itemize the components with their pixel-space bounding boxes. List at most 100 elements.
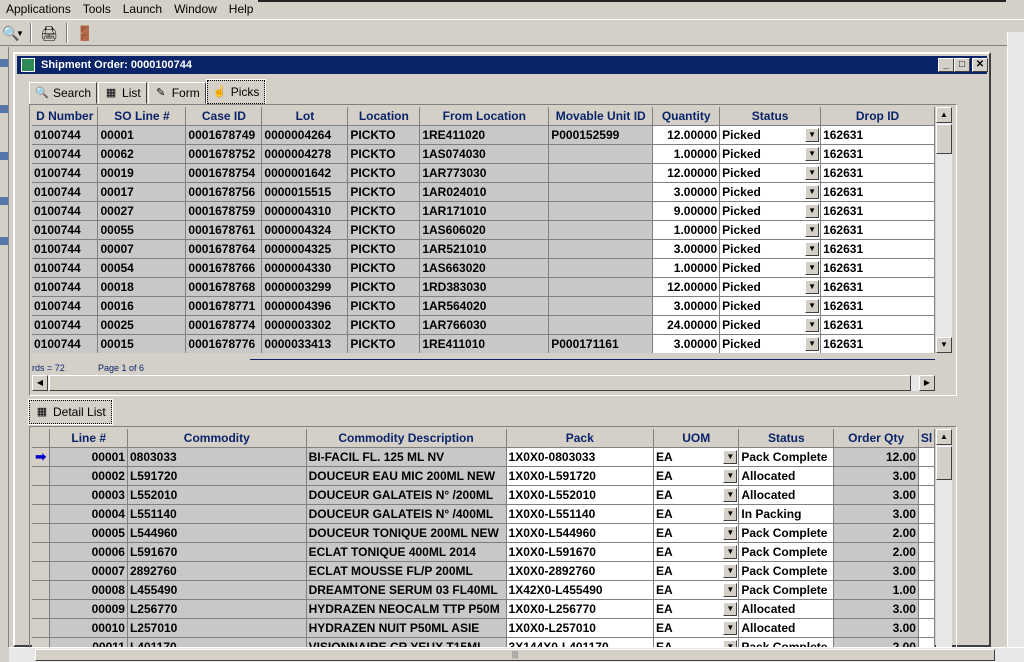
table-cell[interactable]: 1X0X0-L544960: [506, 523, 655, 543]
table-cell[interactable]: 3.00000: [652, 239, 721, 259]
dropdown-arrow-icon[interactable]: ▼: [805, 241, 820, 256]
table-cell[interactable]: 162631: [820, 144, 935, 164]
table-row[interactable]: 0100744 00018 0001678768 0000003299 PICKTO 1R…: [32, 277, 935, 297]
table-cell[interactable]: Pack Complete: [738, 637, 835, 647]
table-cell[interactable]: 162631: [820, 220, 935, 240]
table-cell[interactable]: 162631: [820, 125, 935, 145]
dropdown-arrow-icon[interactable]: ▼: [805, 336, 820, 351]
table-cell[interactable]: 1.00000: [652, 220, 721, 240]
row-indicator[interactable]: [32, 618, 51, 638]
column-header[interactable]: D Number: [32, 107, 99, 126]
table-cell[interactable]: 162631: [820, 201, 935, 221]
menu-help[interactable]: Help: [223, 2, 260, 16]
table-row[interactable]: 0100744 00054 0001678766 0000004330 PICKTO 1A…: [32, 258, 935, 278]
minimize-button[interactable]: _: [938, 58, 954, 72]
table-row[interactable]: 00005 L544960 DOUCEUR TONIQUE 200ML NEW 1X0…: [32, 523, 935, 543]
table-cell[interactable]: EA ▼: [653, 466, 740, 486]
table-cell[interactable]: 162631: [820, 296, 935, 316]
table-row[interactable]: 00007 2892760 ECLAT MOUSSE FL/P 200ML 1X0X0…: [32, 561, 935, 581]
table-cell[interactable]: EA ▼: [653, 580, 740, 600]
table-cell[interactable]: Picked ▼: [719, 220, 822, 240]
dropdown-arrow-icon[interactable]: ▼: [723, 487, 738, 502]
table-row[interactable]: ➡ 00001 0803033 BI-FACIL FL. 125 ML NV 1X0X0…: [32, 447, 935, 467]
workspace-vertical-scrollbar[interactable]: [1007, 32, 1024, 647]
table-cell[interactable]: Pack Complete: [738, 580, 835, 600]
table-cell[interactable]: 1X42X0-L455490: [506, 580, 655, 600]
tab-picks[interactable]: ☝ Picks: [205, 79, 267, 105]
dropdown-arrow-icon[interactable]: ▼: [805, 222, 820, 237]
table-cell[interactable]: Picked ▼: [719, 315, 822, 335]
table-cell[interactable]: 162631: [820, 163, 935, 183]
table-cell[interactable]: EA ▼: [653, 637, 740, 647]
table-cell[interactable]: 12.00000: [652, 125, 721, 145]
dropdown-arrow-icon[interactable]: ▼: [805, 279, 820, 294]
row-indicator[interactable]: [32, 599, 51, 619]
table-cell[interactable]: Picked ▼: [719, 258, 822, 278]
table-cell[interactable]: 1X0X0-L552010: [506, 485, 655, 505]
dropdown-arrow-icon[interactable]: ▼: [723, 468, 738, 483]
table-cell[interactable]: 162631: [820, 315, 935, 335]
tab-form[interactable]: ✎ Form: [147, 82, 206, 104]
scroll-thumb[interactable]: [936, 446, 952, 480]
strip-icon[interactable]: [0, 197, 8, 205]
column-header[interactable]: Commodity: [127, 429, 307, 448]
column-header[interactable]: Line #: [49, 429, 128, 448]
table-cell[interactable]: Pack Complete: [738, 447, 835, 467]
table-row[interactable]: 0100744 00001 0001678749 0000004264 PICKTO 1R…: [32, 125, 935, 145]
column-header[interactable]: Status: [738, 429, 835, 448]
table-row[interactable]: 0100744 00062 0001678752 0000004278 PICKTO 1A…: [32, 144, 935, 164]
dropdown-arrow-icon[interactable]: ▼: [723, 506, 738, 521]
table-row[interactable]: 00011 L401170 VISIONNAIRE CR YEUX T15ML 3X1…: [32, 637, 935, 647]
column-header[interactable]: Location: [347, 107, 421, 126]
column-header[interactable]: Order Qty: [833, 429, 919, 448]
table-cell[interactable]: Picked ▼: [719, 182, 822, 202]
strip-icon[interactable]: [0, 237, 8, 245]
table-row[interactable]: 00006 L591670 ECLAT TONIQUE 400ML 2014 1X0X…: [32, 542, 935, 562]
scroll-right-icon[interactable]: ▶: [919, 375, 935, 391]
table-cell[interactable]: 162631: [820, 277, 935, 297]
row-indicator[interactable]: [32, 580, 51, 600]
table-cell[interactable]: Picked ▼: [719, 296, 822, 316]
column-header[interactable]: Quantity: [652, 107, 721, 126]
table-cell[interactable]: 1X0X0-L591720: [506, 466, 655, 486]
close-button[interactable]: ✕: [972, 58, 988, 72]
table-cell[interactable]: 1.00000: [652, 144, 721, 164]
table-cell[interactable]: Allocated: [738, 466, 835, 486]
column-header[interactable]: Drop ID: [820, 107, 935, 126]
table-cell[interactable]: Picked ▼: [719, 277, 822, 297]
table-cell[interactable]: Picked ▼: [719, 163, 822, 183]
table-cell[interactable]: EA ▼: [653, 504, 740, 524]
table-row[interactable]: 00003 L552010 DOUCEUR GALATEIS N° /200ML 1X…: [32, 485, 935, 505]
table-cell[interactable]: EA ▼: [653, 447, 740, 467]
menu-applications[interactable]: Applications: [0, 2, 77, 16]
row-indicator[interactable]: [32, 637, 51, 647]
dropdown-arrow-icon[interactable]: ▼: [723, 525, 738, 540]
column-header[interactable]: Status: [719, 107, 822, 126]
scroll-thumb[interactable]: |||: [35, 649, 995, 661]
table-cell[interactable]: EA ▼: [653, 561, 740, 581]
table-row[interactable]: 0100744 00027 0001678759 0000004310 PICKTO 1A…: [32, 201, 935, 221]
exit-icon[interactable]: 🚪: [74, 23, 96, 43]
table-cell[interactable]: 3.00000: [652, 296, 721, 316]
table-cell[interactable]: Picked ▼: [719, 239, 822, 259]
table-cell[interactable]: Pack Complete: [738, 542, 835, 562]
row-indicator[interactable]: [32, 485, 51, 505]
workspace-horizontal-scrollbar[interactable]: |||: [9, 647, 1024, 662]
strip-icon[interactable]: [0, 152, 8, 160]
table-row[interactable]: 0100744 00017 0001678756 0000015515 PICKTO 1A…: [32, 182, 935, 202]
dropdown-arrow-icon[interactable]: ▼: [723, 563, 738, 578]
row-indicator[interactable]: [32, 523, 51, 543]
table-row[interactable]: 0100744 00015 0001678776 0000033413 PICKTO 1R…: [32, 334, 935, 353]
table-cell[interactable]: Picked ▼: [719, 144, 822, 164]
table-cell[interactable]: 3X144X0-L401170: [506, 637, 655, 647]
table-cell[interactable]: 1.00000: [652, 258, 721, 278]
dropdown-arrow-icon[interactable]: ▼: [723, 449, 738, 464]
table-cell[interactable]: 162631: [820, 239, 935, 259]
table-row[interactable]: 0100744 00007 0001678764 0000004325 PICKTO 1A…: [32, 239, 935, 259]
tab-detail-list[interactable]: ▦ Detail List: [28, 399, 113, 425]
table-row[interactable]: 00010 L257010 HYDRAZEN NUIT P50ML ASIE 1X0X…: [32, 618, 935, 638]
scroll-up-icon[interactable]: ▲: [936, 429, 952, 445]
column-header[interactable]: From Location: [419, 107, 550, 126]
table-cell[interactable]: Pack Complete: [738, 523, 835, 543]
table-row[interactable]: 0100744 00016 0001678771 0000004396 PICKTO 1A…: [32, 296, 935, 316]
